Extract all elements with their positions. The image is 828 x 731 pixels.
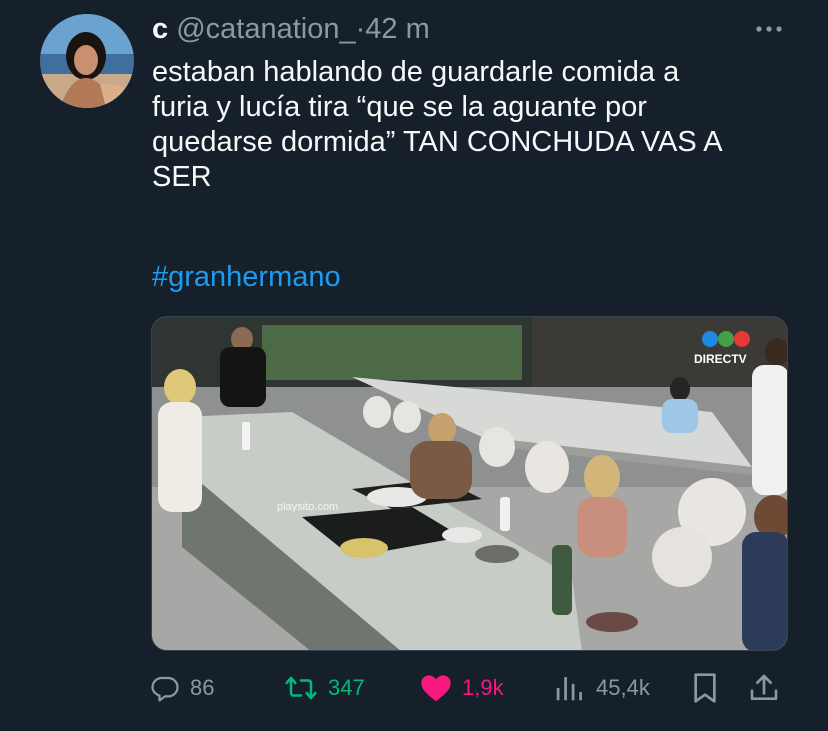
tweet-text: estaban hablando de guardarle comida a f… — [152, 55, 802, 195]
heart-icon — [421, 675, 451, 702]
directv-logo: DIRECTV — [694, 352, 747, 366]
like-button[interactable]: 1,9k — [420, 668, 504, 708]
views-icon — [556, 677, 582, 701]
tweet-timestamp[interactable]: 42 m — [365, 13, 429, 45]
share-icon — [750, 674, 778, 700]
avatar-image — [40, 14, 134, 108]
tweet-text-line: SER — [152, 161, 212, 193]
avatar[interactable] — [40, 14, 134, 108]
reply-icon — [151, 676, 179, 702]
tweet-action-bar: 86 347 1,9k 45,4k — [150, 668, 790, 708]
bookmark-icon — [694, 673, 716, 703]
tweet-media-image[interactable]: DIRECTV playsito.com — [151, 316, 788, 651]
like-count: 1,9k — [462, 675, 504, 700]
tweet-header: c @catanation_·42 m — [152, 12, 430, 46]
reply-button[interactable]: 86 — [150, 668, 214, 708]
tweet-text-line: estaban hablando de guardarle comida a — [152, 56, 680, 88]
retweet-button[interactable]: 347 — [284, 668, 365, 708]
user-handle[interactable]: @catanation_ — [176, 13, 355, 45]
retweet-count: 347 — [328, 675, 365, 700]
bookmark-button[interactable] — [690, 668, 720, 708]
views-count: 45,4k — [596, 675, 650, 700]
watermark-text: playsito.com — [277, 501, 338, 513]
header-separator: · — [355, 13, 366, 45]
hashtag-link[interactable]: #granhermano — [152, 260, 341, 295]
share-button[interactable] — [748, 668, 780, 708]
views-button[interactable]: 45,4k — [552, 668, 650, 708]
reply-count: 86 — [190, 675, 215, 700]
more-icon[interactable] — [752, 14, 786, 44]
tweet-text-line: furia y lucía tira “que se la aguante po… — [152, 91, 647, 123]
display-name[interactable]: c — [152, 13, 168, 45]
retweet-icon — [285, 676, 317, 700]
tweet-text-line: quedarse dormida” TAN CONCHUDA VAS A — [152, 126, 723, 158]
